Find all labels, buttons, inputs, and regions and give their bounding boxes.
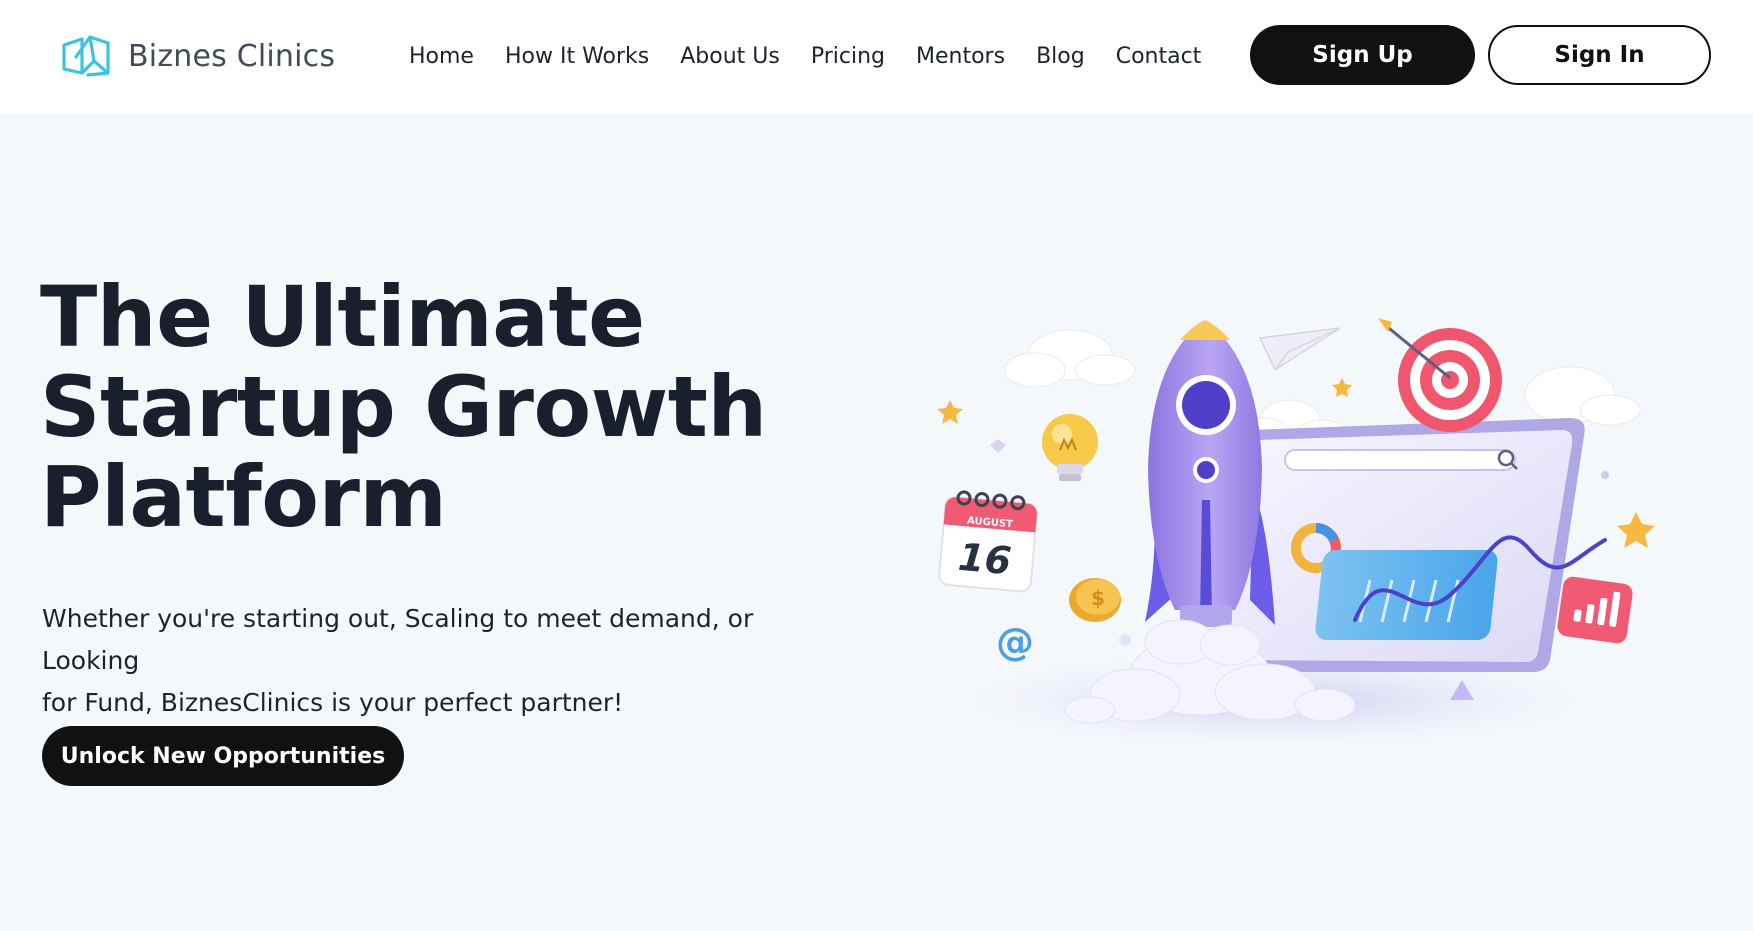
coin-icon: $ (1069, 578, 1121, 622)
bubble-decor-1 (1119, 634, 1131, 646)
main-nav: Home How It Works About Us Pricing Mento… (409, 40, 1201, 74)
nav-item-home[interactable]: Home (409, 40, 474, 74)
line-chart-card (1315, 550, 1498, 640)
hero-description: Whether you're starting out, Scaling to … (42, 598, 842, 724)
coin-symbol: $ (1091, 586, 1105, 610)
dashboard-screen (1216, 418, 1607, 672)
nav-item-how-it-works[interactable]: How It Works (505, 40, 649, 74)
star-icon-right (1617, 512, 1655, 548)
cloud-left (1004, 329, 1136, 388)
nav-item-mentors[interactable]: Mentors (916, 40, 1005, 74)
nav-item-blog[interactable]: Blog (1036, 40, 1085, 74)
hero-description-line-2: for Fund, BiznesClinics is your perfect … (42, 688, 624, 717)
star-icon-left (937, 400, 963, 424)
lightbulb-icon (1042, 414, 1098, 481)
paper-plane-icon (1258, 327, 1341, 372)
cloud-right (1524, 366, 1641, 426)
hero-title-line-3: Platform (40, 448, 447, 546)
analytics-bubble-icon (1557, 576, 1633, 644)
diamond-decor-1 (990, 439, 1006, 453)
dashboard-search-bar (1284, 449, 1516, 471)
rocket-icon (1145, 320, 1275, 627)
hero-title-line-1: The Ultimate (40, 268, 645, 366)
target-icon (1378, 318, 1502, 432)
hero-title: The Ultimate Startup Growth Platform (40, 272, 800, 542)
star-icon-top (1332, 378, 1352, 397)
sign-up-button[interactable]: Sign Up (1250, 25, 1475, 85)
hero-title-line-2: Startup Growth (40, 358, 767, 456)
unlock-opportunities-button[interactable]: Unlock New Opportunities (42, 726, 404, 786)
brand-name: Biznes Clinics (128, 38, 336, 74)
calendar-icon: AUGUST 16 (938, 490, 1038, 593)
sign-in-button[interactable]: Sign In (1488, 25, 1711, 85)
brand-logo-icon (62, 35, 110, 77)
hero-description-line-1: Whether you're starting out, Scaling to … (42, 604, 754, 675)
site-header: Biznes Clinics Home How It Works About U… (0, 0, 1753, 114)
nav-item-pricing[interactable]: Pricing (811, 40, 885, 74)
at-sign-icon: @ (996, 620, 1034, 664)
bubble-decor-2 (1601, 471, 1609, 479)
calendar-day-label: 16 (957, 535, 1014, 583)
hero-illustration: AUGUST 16 $ @ (937, 318, 1655, 750)
nav-item-about-us[interactable]: About Us (680, 40, 780, 74)
brand-logo[interactable]: Biznes Clinics (60, 33, 335, 79)
nav-item-contact[interactable]: Contact (1116, 40, 1202, 74)
